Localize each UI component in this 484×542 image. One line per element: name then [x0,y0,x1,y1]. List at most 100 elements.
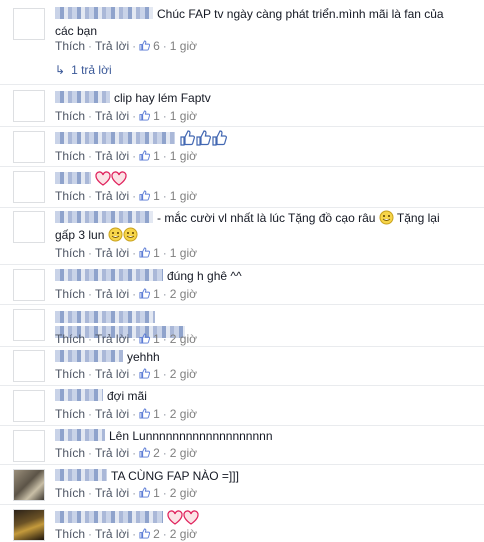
thumbs-up-icon [139,447,151,458]
divider [0,126,484,127]
avatar[interactable] [13,90,45,122]
avatar[interactable] [13,430,45,462]
commenter-name[interactable] [55,350,123,362]
reply-link[interactable]: Trả lời [95,486,129,500]
grin-emoji-icon [379,210,394,225]
avatar[interactable] [13,509,45,541]
comment-text: - mắc cười vl nhất là lúc Tặng đồ cạo râ… [157,211,376,225]
like-link[interactable]: Thích [55,486,85,500]
comment-meta: Thích · Trả lời · 1 · 1 giờ [55,149,198,163]
comment-time[interactable]: 2 giờ [170,527,197,541]
like-count[interactable]: 2 [153,527,160,541]
heart-icon [111,171,127,186]
view-replies-link[interactable]: ↳ 1 trả lời [55,63,112,77]
like-count[interactable]: 1 [153,109,160,123]
reply-link[interactable]: Trả lời [95,407,129,421]
thumbs-up-icon [139,528,151,539]
like-link[interactable]: Thích [55,109,85,123]
avatar[interactable] [13,309,45,341]
commenter-name[interactable] [55,132,175,144]
avatar[interactable] [13,131,45,163]
comment-meta: Thích · Trả lời · 2 · 2 giờ [55,527,198,541]
comment-meta: Thích · Trả lời · 1 · 2 giờ [55,486,198,500]
like-count[interactable]: 1 [153,332,160,346]
reply-link[interactable]: Trả lời [95,527,129,541]
divider [0,385,484,386]
commenter-name[interactable] [55,269,163,281]
reply-link[interactable]: Trả lời [95,446,129,460]
comment-text: yehhh [127,350,160,364]
comment-time[interactable]: 1 giờ [170,246,197,260]
like-count[interactable]: 1 [153,486,160,500]
grin-emoji-icon [108,227,123,242]
comment-time[interactable]: 2 giờ [170,486,197,500]
like-link[interactable]: Thích [55,149,85,163]
like-count[interactable]: 2 [153,446,160,460]
like-count[interactable]: 1 [153,407,160,421]
like-count[interactable]: 1 [153,287,160,301]
comment-meta: Thích · Trả lời · 1 · 1 giờ [55,189,198,203]
avatar[interactable] [13,390,45,422]
commenter-name[interactable] [55,429,105,441]
commenter-name[interactable] [55,511,163,523]
like-count[interactable]: 1 [153,246,160,260]
avatar[interactable] [13,8,45,40]
thumbs-up-icon [196,130,211,146]
reply-link[interactable]: Trả lời [95,39,129,53]
thumbs-up-icon [139,368,151,379]
heart-icon [167,510,183,525]
like-link[interactable]: Thích [55,332,85,346]
reply-link[interactable]: Trả lời [95,367,129,381]
heart-icon [183,510,199,525]
comment-time[interactable]: 2 giờ [170,446,197,460]
commenter-name[interactable] [55,389,103,401]
commenter-name[interactable] [55,311,155,323]
reply-arrow-icon: ↳ [55,63,66,77]
comment-time[interactable]: 1 giờ [170,149,197,163]
reply-link[interactable]: Trả lời [95,109,129,123]
like-link[interactable]: Thích [55,39,85,53]
reply-link[interactable]: Trả lời [95,189,129,203]
commenter-name[interactable] [55,172,91,184]
divider [0,84,484,85]
like-count[interactable]: 6 [153,39,160,53]
thumbs-up-icon [139,288,151,299]
like-link[interactable]: Thích [55,367,85,381]
like-link[interactable]: Thích [55,246,85,260]
reply-link[interactable]: Trả lời [95,287,129,301]
comment-time[interactable]: 1 giờ [170,109,197,123]
avatar[interactable] [13,171,45,203]
like-link[interactable]: Thích [55,527,85,541]
commenter-name[interactable] [55,7,153,19]
reply-link[interactable]: Trả lời [95,332,129,346]
divider [0,207,484,208]
reply-link[interactable]: Trả lời [95,246,129,260]
avatar[interactable] [13,350,45,382]
like-count[interactable]: 1 [153,149,160,163]
like-link[interactable]: Thích [55,407,85,421]
comment-time[interactable]: 2 giờ [170,287,197,301]
reply-link[interactable]: Trả lời [95,149,129,163]
grin-emoji-icon [123,227,138,242]
comment-meta: Thích · Trả lời · 1 · 1 giờ [55,109,198,123]
comment-time[interactable]: 1 giờ [170,189,197,203]
like-count[interactable]: 1 [153,189,160,203]
commenter-name[interactable] [55,91,110,103]
like-link[interactable]: Thích [55,189,85,203]
comment-text: đợi mãi [107,389,147,403]
avatar[interactable] [13,469,45,501]
commenter-name[interactable] [55,211,153,223]
thumbs-up-icon [139,150,151,161]
like-link[interactable]: Thích [55,287,85,301]
comment-meta: Thích · Trả lời · 6 · 1 giờ [55,39,198,53]
comment-meta: Thích · Trả lời · 1 · 2 giờ [55,367,198,381]
comment-time[interactable]: 2 giờ [170,367,197,381]
avatar[interactable] [13,211,45,243]
comment-time[interactable]: 1 giờ [170,39,197,53]
comment-time[interactable]: 2 giờ [170,332,197,346]
like-link[interactable]: Thích [55,446,85,460]
comment-time[interactable]: 2 giờ [170,407,197,421]
commenter-name[interactable] [55,469,107,481]
like-count[interactable]: 1 [153,367,160,381]
avatar[interactable] [13,269,45,301]
